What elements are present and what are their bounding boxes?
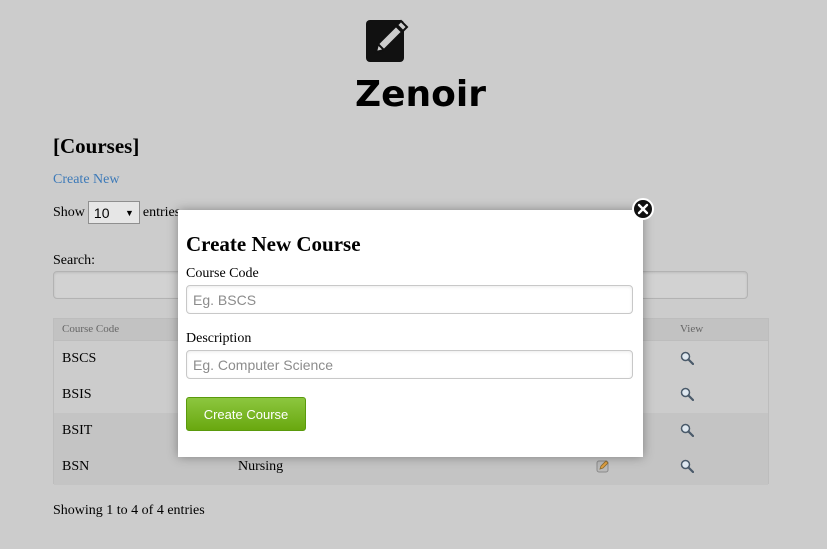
description-input[interactable] — [186, 350, 633, 379]
magnifier-icon — [680, 387, 695, 402]
magnifier-icon — [680, 423, 695, 438]
search-label: Search: — [53, 253, 95, 268]
view-button[interactable] — [680, 459, 695, 478]
create-course-button[interactable]: Create Course — [186, 397, 306, 431]
cell-course-code: BSIS — [62, 387, 92, 402]
edit-icon — [596, 460, 609, 473]
magnifier-icon — [680, 459, 695, 474]
dialog-title: Create New Course — [186, 232, 361, 256]
cell-course-code: BSCS — [62, 351, 97, 366]
entries-select-value: 10 — [93, 204, 110, 221]
description-label: Description — [186, 331, 252, 346]
cell-course-code: BSIT — [62, 423, 93, 438]
entries-select[interactable]: 10 ▼ — [87, 201, 140, 224]
page: Zenoir [Courses] Create New Show 10 ▼ en… — [0, 0, 827, 549]
edit-button[interactable] — [596, 459, 610, 478]
cell-course-code: BSN — [62, 459, 90, 474]
course-code-input[interactable] — [186, 285, 633, 314]
entries-label: entries — [142, 204, 181, 220]
course-code-label: Course Code — [186, 266, 259, 281]
magnifier-icon — [680, 351, 695, 366]
view-button[interactable] — [680, 387, 695, 406]
create-new-link[interactable]: Create New — [53, 172, 119, 188]
table-info: Showing 1 to 4 of 4 entries — [53, 503, 205, 518]
chevron-down-icon: ▼ — [124, 207, 134, 218]
edit-square-icon — [366, 19, 409, 62]
page-title: [Courses] — [53, 134, 140, 158]
column-header-code[interactable]: Course Code — [62, 323, 119, 335]
cell-description: Nursing — [238, 459, 284, 474]
create-course-dialog: Create New Course Course Code Descriptio… — [178, 210, 643, 457]
view-button[interactable] — [680, 423, 695, 442]
app-title: Zenoir — [355, 74, 486, 115]
close-icon[interactable] — [632, 198, 654, 220]
view-button[interactable] — [680, 351, 695, 370]
show-label: Show — [53, 204, 85, 220]
column-header-view[interactable]: View — [680, 323, 703, 335]
length-control: Show 10 ▼ entries — [53, 201, 180, 224]
